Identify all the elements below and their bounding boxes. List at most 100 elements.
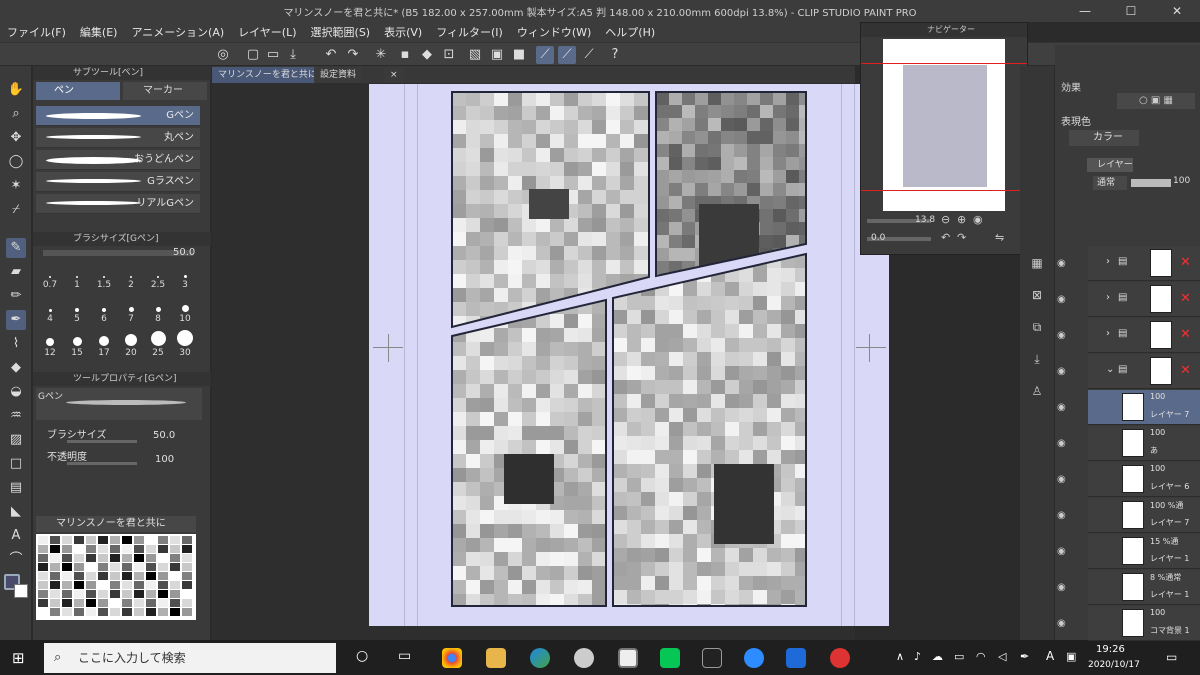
- menu-edit[interactable]: 編集(E): [73, 24, 125, 40]
- maximize-button[interactable]: ☐: [1108, 0, 1154, 22]
- snap-special-ruler-icon[interactable]: ⟋: [558, 46, 576, 64]
- line-icon[interactable]: [660, 648, 680, 668]
- edge-icon[interactable]: [530, 648, 550, 668]
- brush-size-option[interactable]: 2: [118, 264, 144, 302]
- layer-row[interactable]: 100 レイヤー 6: [1088, 462, 1200, 497]
- copy-icon[interactable]: ⧉: [1027, 320, 1047, 340]
- layer-row[interactable]: 100 あ: [1088, 426, 1200, 461]
- loading-icon[interactable]: ✳: [372, 46, 390, 64]
- blend-mode-select[interactable]: 通常: [1093, 176, 1127, 190]
- color-swatch[interactable]: [170, 608, 180, 616]
- balloon-icon[interactable]: ⌒: [6, 550, 26, 570]
- color-swatch[interactable]: [50, 590, 60, 598]
- folder-expand-icon[interactable]: ⌄: [1106, 364, 1114, 375]
- color-swatch[interactable]: [98, 608, 108, 616]
- color-swatch[interactable]: [86, 608, 96, 616]
- color-set-grid[interactable]: [36, 534, 196, 620]
- visibility-eye-icon[interactable]: ◉: [1057, 582, 1069, 593]
- color-swatch[interactable]: [50, 536, 60, 544]
- color-swatch[interactable]: [86, 572, 96, 580]
- color-swatch[interactable]: [98, 599, 108, 607]
- ime-mode-icon[interactable]: ▣: [1066, 650, 1076, 663]
- brush-size-option[interactable]: 1: [64, 264, 90, 302]
- visibility-eye-icon[interactable]: ◉: [1057, 294, 1069, 305]
- color-swatch[interactable]: [74, 608, 84, 616]
- folder-expand-icon[interactable]: ›: [1106, 256, 1110, 267]
- brush-size-option[interactable]: 4: [37, 298, 63, 336]
- menu-layer[interactable]: レイヤー(L): [231, 24, 303, 40]
- pen-icon[interactable]: ✎: [6, 238, 26, 258]
- color-swatch[interactable]: [170, 572, 180, 580]
- task-view-icon[interactable]: ▭: [398, 648, 411, 664]
- color-swatch[interactable]: [74, 599, 84, 607]
- menu-window[interactable]: ウィンドウ(W): [510, 24, 598, 40]
- layer-row[interactable]: › ▤ ✕: [1088, 246, 1200, 281]
- color-swatch[interactable]: [50, 563, 60, 571]
- visibility-eye-icon[interactable]: ◉: [1057, 546, 1069, 557]
- brush-g-pen[interactable]: Gペン: [36, 106, 200, 126]
- color-swatch[interactable]: [98, 536, 108, 544]
- manga-page[interactable]: [369, 84, 889, 626]
- color-swatch[interactable]: [122, 572, 132, 580]
- deselect-icon[interactable]: ▧: [466, 46, 484, 64]
- open-file-icon[interactable]: ▭: [264, 46, 282, 64]
- color-swatch[interactable]: [74, 572, 84, 580]
- layer-row[interactable]: › ▤ ✕: [1088, 282, 1200, 317]
- color-swatch[interactable]: [170, 563, 180, 571]
- brush-size-option[interactable]: 30: [172, 330, 198, 370]
- brush-size-option[interactable]: 15: [64, 332, 90, 370]
- color-swatch[interactable]: [122, 608, 132, 616]
- color-swatch[interactable]: [98, 581, 108, 589]
- fit-icon[interactable]: ◉: [973, 213, 983, 226]
- color-swatch[interactable]: [38, 599, 48, 607]
- app-icon[interactable]: [830, 648, 850, 668]
- color-swatch[interactable]: [122, 545, 132, 553]
- color-swatch[interactable]: [62, 554, 72, 562]
- zoom-in-icon[interactable]: ⊕: [957, 213, 966, 226]
- brush-size-option[interactable]: 1.5: [91, 264, 117, 302]
- minimize-button[interactable]: —: [1062, 0, 1108, 22]
- auto-select-icon[interactable]: ✶: [6, 176, 26, 196]
- blend-icon[interactable]: ◒: [6, 382, 26, 402]
- color-swatch[interactable]: [86, 554, 96, 562]
- liquify-icon[interactable]: ♒: [6, 406, 26, 426]
- visibility-eye-icon[interactable]: ◉: [1057, 258, 1069, 269]
- size-slider[interactable]: [67, 440, 137, 443]
- crop-icon[interactable]: ▣: [488, 46, 506, 64]
- color-swatch[interactable]: [122, 581, 132, 589]
- clip-studio-launcher-icon[interactable]: [574, 648, 594, 668]
- volume-icon[interactable]: ◁: [998, 650, 1006, 663]
- brush-size-option[interactable]: 2.5: [145, 264, 171, 302]
- airbrush-icon[interactable]: ⌇: [6, 334, 26, 354]
- visibility-eye-icon[interactable]: ◉: [1057, 474, 1069, 485]
- color-swatch[interactable]: [110, 563, 120, 571]
- tab-layer[interactable]: レイヤー: [1087, 158, 1133, 172]
- sub-color-swatch[interactable]: [14, 584, 28, 598]
- brush-size-option[interactable]: 6: [91, 298, 117, 336]
- color-swatch[interactable]: [110, 545, 120, 553]
- frame-icon[interactable]: ▤: [6, 478, 26, 498]
- color-swatch[interactable]: [158, 563, 168, 571]
- color-swatch[interactable]: [182, 581, 192, 589]
- brush-icon[interactable]: ✒: [6, 310, 26, 330]
- color-swatch[interactable]: [158, 608, 168, 616]
- color-swatch[interactable]: [122, 599, 132, 607]
- taskbar-search[interactable]: ⌕ ここに入力して検索: [44, 643, 336, 673]
- color-swatch[interactable]: [170, 554, 180, 562]
- color-swatch[interactable]: [86, 536, 96, 544]
- color-swatch[interactable]: [74, 590, 84, 598]
- transform-icon[interactable]: ⊡: [440, 46, 458, 64]
- color-swatch[interactable]: [62, 590, 72, 598]
- color-swatch[interactable]: [146, 563, 156, 571]
- color-swatch[interactable]: [170, 599, 180, 607]
- snap-ruler-icon[interactable]: ⟋: [536, 46, 554, 64]
- color-swatch[interactable]: [74, 545, 84, 553]
- pen-tray-icon[interactable]: ✒: [1020, 650, 1029, 663]
- color-swatch[interactable]: [170, 581, 180, 589]
- lasso-icon[interactable]: ◯: [6, 152, 26, 172]
- redo-icon[interactable]: ↷: [344, 46, 362, 64]
- color-swatch[interactable]: [146, 572, 156, 580]
- color-swatch[interactable]: [74, 536, 84, 544]
- cortana-icon[interactable]: ○: [356, 648, 368, 664]
- color-swatch[interactable]: [158, 572, 168, 580]
